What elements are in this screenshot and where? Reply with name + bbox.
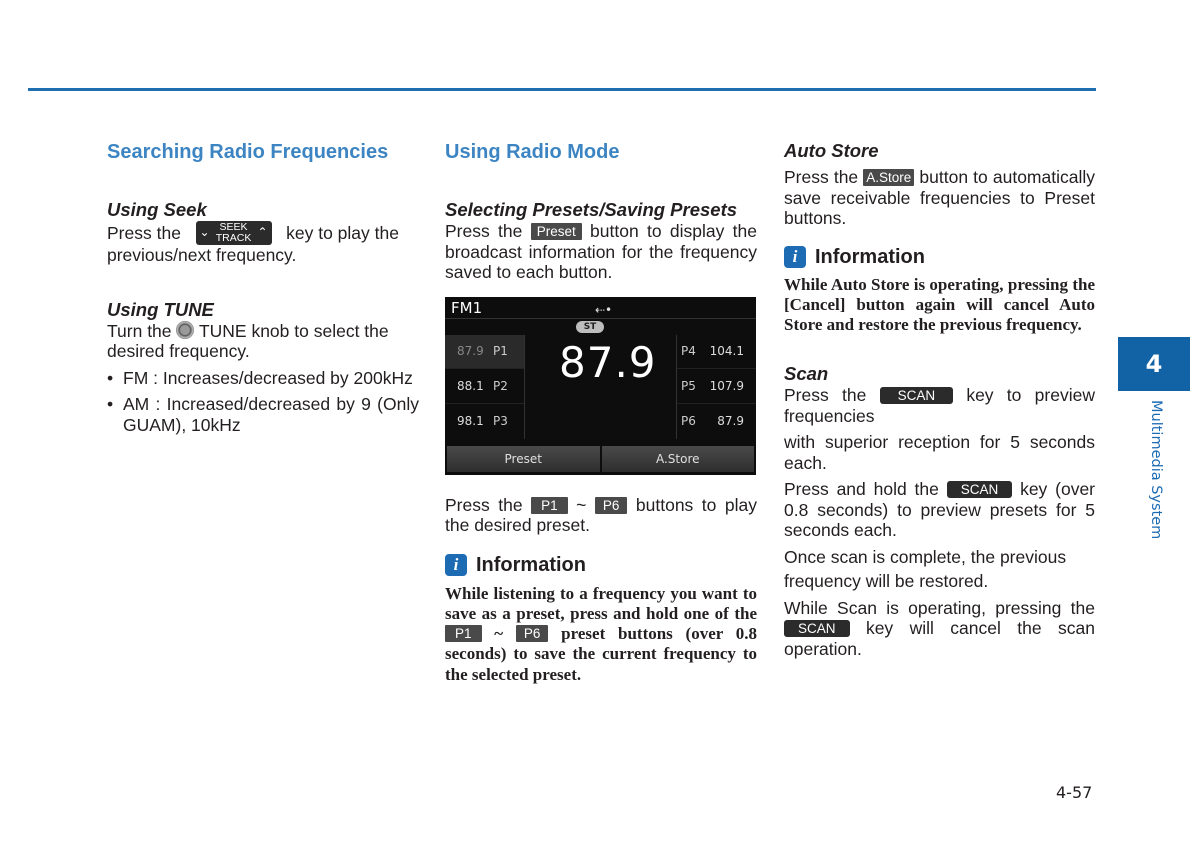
screen-status-bar: FM1 ⇠• <box>445 297 756 319</box>
column-auto-store-scan: Auto Store Press the A.Store button to a… <box>784 140 1095 659</box>
chevron-up-icon: ⌃ <box>257 225 268 239</box>
tune-paragraph: Turn the TUNE knob to select the desired… <box>107 320 419 362</box>
play-text-before: Press the <box>445 494 523 515</box>
seek-paragraph: Press the ⌄ SEEK TRACK ⌃ key to play the… <box>107 221 419 266</box>
astore-key: A.Store <box>863 169 915 186</box>
column-searching: Searching Radio Frequencies Using Seek P… <box>107 140 419 435</box>
info-heading: i Information <box>784 245 1095 269</box>
scan-text-before: Press and hold the <box>784 479 939 500</box>
scan-paragraph-4: Once scan is complete, the previous <box>784 546 1067 567</box>
heading-auto-store: Auto Store <box>784 140 879 161</box>
info-heading-text: Information <box>815 245 925 268</box>
heading-presets: Selecting Presets/Saving Presets <box>445 199 738 220</box>
bullet-text: FM : Increases/decreased by 200kHz <box>123 367 413 388</box>
header-rule <box>28 88 1096 91</box>
scan-paragraph-6: While Scan is operating, pressing the SC… <box>784 598 1095 660</box>
column-radio-mode: Using Radio Mode Selecting Presets/Savin… <box>445 140 757 685</box>
info-icon: i <box>445 553 467 576</box>
scan-text-before: While Scan is operating, pressing the <box>784 597 1095 618</box>
preset-label: P3 <box>493 413 508 428</box>
scan-paragraph-1: Press the SCAN key to preview frequencie… <box>784 385 1095 426</box>
scan-paragraph-3: Press and hold the SCAN key (over 0.8 se… <box>784 479 1095 541</box>
preset-frequency: 98.1 <box>457 413 484 428</box>
heading-using-seek: Using Seek <box>107 199 207 220</box>
chapter-label: Multimedia System <box>1146 400 1166 550</box>
info-heading: i Information <box>445 553 757 577</box>
info-text-before: While listening to a frequency you want … <box>445 583 757 623</box>
scan-key: SCAN <box>784 620 850 638</box>
p1-key: P1 <box>445 625 482 643</box>
scan-key: SCAN <box>946 481 1013 499</box>
scan-text-before: Press the <box>784 385 867 406</box>
chapter-number-tab: 4 <box>1118 337 1190 391</box>
auto-store-paragraph: Press the A.Store button to automaticall… <box>784 167 1095 229</box>
page-number: 4-57 <box>1056 783 1093 802</box>
info-body: While listening to a frequency you want … <box>445 584 757 685</box>
p6-key: P6 <box>594 496 628 514</box>
radio-screen: FM1 ⇠• ST 87.9 P1 88.1 P2 98.1 P3 87.9 P… <box>445 296 756 475</box>
bullet-text: AM : Increased/decreased by 9 (Only GUAM… <box>123 394 419 435</box>
info-text-after: preset buttons (over 0.8 seconds) to sav… <box>445 624 758 684</box>
range-separator: ~ <box>576 494 587 515</box>
section-title-radio-mode: Using Radio Mode <box>445 141 620 163</box>
preset-label: P2 <box>493 378 508 393</box>
preset-label: P6 <box>681 413 696 428</box>
astore-button[interactable]: A.Store <box>601 445 754 472</box>
preset-frequency: 87.9 <box>717 413 744 428</box>
seek-track-key: ⌄ SEEK TRACK ⌃ <box>195 221 272 245</box>
screen-button-bar: Preset A.Store <box>447 445 754 472</box>
info-icon: i <box>784 245 806 268</box>
preset-list-left: 87.9 P1 88.1 P2 98.1 P3 <box>445 334 525 439</box>
preset-label: P1 <box>493 344 508 359</box>
preset-label: P5 <box>681 378 696 393</box>
heading-using-tune: Using TUNE <box>107 298 214 320</box>
heading-scan: Scan <box>784 363 829 385</box>
tune-knob-icon <box>176 320 195 339</box>
presets-paragraph: Press the Preset button to display the b… <box>445 221 757 283</box>
range-separator: ~ <box>494 624 504 644</box>
preset-frequency: 87.9 <box>457 344 484 359</box>
preset-frequency: 107.9 <box>709 378 744 393</box>
preset-button[interactable]: Preset <box>447 445 600 472</box>
preset-frequency: 88.1 <box>457 378 484 393</box>
scan-paragraph-2: with superior reception for 5 seconds ea… <box>784 432 1095 473</box>
presets-text-before: Press the <box>445 221 523 241</box>
scan-paragraph-5: frequency will be restored. <box>784 571 989 592</box>
preset-p3[interactable]: 98.1 P3 <box>445 404 524 439</box>
bullet-am: • AM : Increased/decreased by 9 (Only GU… <box>107 394 419 435</box>
bullet-fm: • FM : Increases/decreased by 200kHz <box>107 368 419 389</box>
p1-key: P1 <box>531 496 568 514</box>
info-body: While Auto Store is operating, pressing … <box>784 274 1095 335</box>
preset-frequency: 104.1 <box>709 344 744 359</box>
band-label: FM1 <box>451 298 483 317</box>
astore-text-before: Press the <box>784 167 859 187</box>
preset-p2[interactable]: 88.1 P2 <box>445 369 524 404</box>
seek-text-before: Press the <box>107 223 181 243</box>
play-preset-paragraph: Press the P1 ~ P6 buttons to play the de… <box>445 495 757 536</box>
p6-key: P6 <box>515 625 549 643</box>
tune-text-before: Turn the <box>107 320 172 341</box>
section-title-searching: Searching Radio Frequencies <box>107 141 389 163</box>
bullet-dot: • <box>107 367 114 388</box>
chapter-label-text: Multimedia System <box>1148 400 1164 540</box>
preset-key: Preset <box>530 223 582 240</box>
preset-p5[interactable]: P5 107.9 <box>677 369 756 404</box>
preset-p1[interactable]: 87.9 P1 <box>445 334 524 370</box>
preset-label: P4 <box>681 344 696 359</box>
preset-p6[interactable]: P6 87.9 <box>677 404 756 439</box>
scan-key: SCAN <box>879 387 954 405</box>
preset-p4[interactable]: P4 104.1 <box>677 335 756 370</box>
preset-list-right: P4 104.1 P5 107.9 P6 87.9 <box>676 334 756 439</box>
info-heading-text: Information <box>476 553 586 576</box>
current-frequency: 87.9 <box>559 337 657 387</box>
usb-icon: ⇠• <box>595 302 613 317</box>
bullet-dot: • <box>107 394 114 414</box>
stereo-badge: ST <box>576 320 604 333</box>
